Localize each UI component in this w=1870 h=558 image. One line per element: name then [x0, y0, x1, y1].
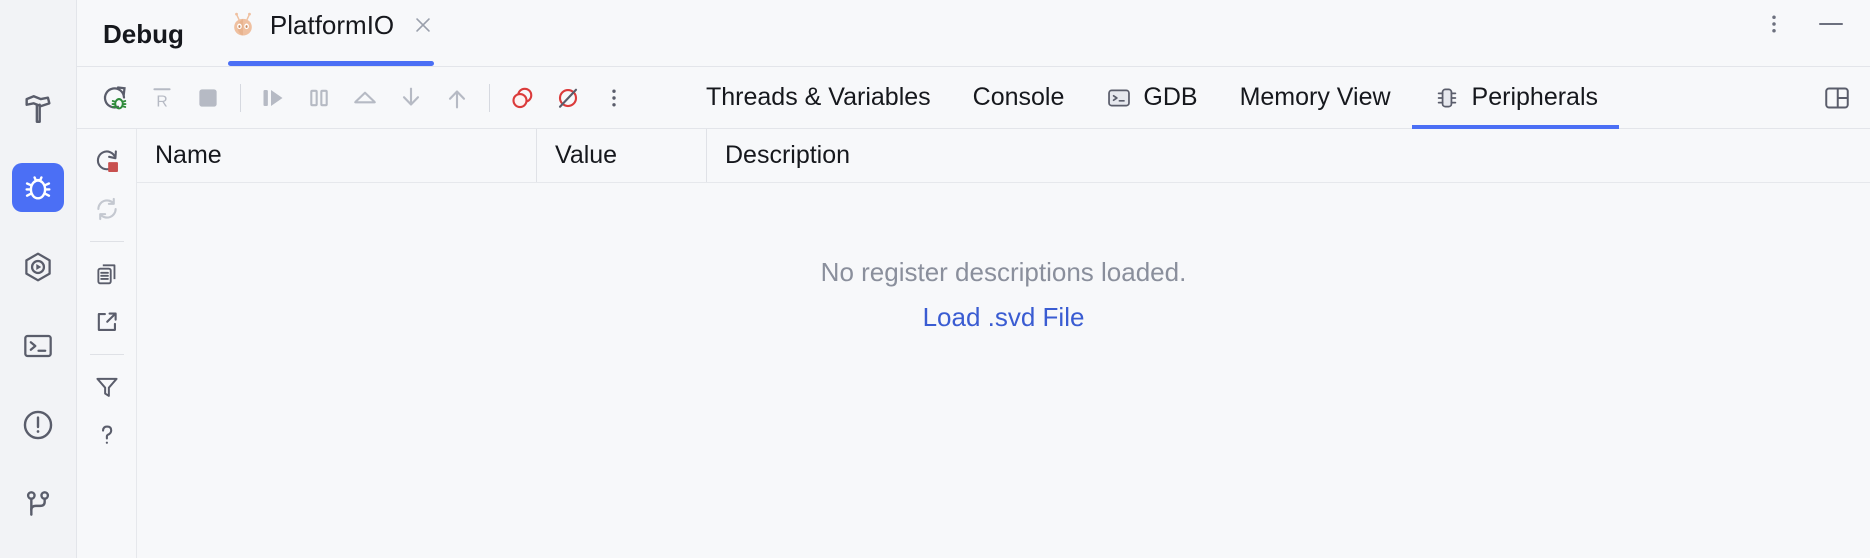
refresh-button[interactable]	[85, 187, 129, 231]
tab-threads-and-variables[interactable]: Threads & Variables	[685, 67, 952, 129]
side-toolbar-separator-2	[89, 354, 124, 355]
tab-threads-and-variables-label: Threads & Variables	[706, 83, 931, 111]
terminal-icon	[22, 330, 54, 362]
rerun-debug-icon	[101, 83, 131, 113]
step-over-button[interactable]	[342, 75, 388, 121]
breakpoints-icon	[507, 83, 537, 113]
minimize-icon[interactable]	[1816, 12, 1846, 36]
sidebar-item-terminal[interactable]	[12, 321, 64, 370]
tab-console[interactable]: Console	[952, 67, 1086, 129]
copy-button[interactable]	[85, 252, 129, 296]
restart-r-icon: R	[148, 84, 176, 112]
filter-funnel-icon	[93, 373, 121, 401]
reload-on-stop-button[interactable]	[85, 139, 129, 183]
tab-gdb[interactable]: GDB	[1085, 67, 1218, 129]
sidebar-item-build[interactable]	[12, 84, 64, 133]
export-arrow-icon	[93, 308, 121, 336]
sidebar-item-vcs[interactable]	[12, 479, 64, 528]
peripherals-table: Name Value Description No register descr…	[137, 129, 1870, 558]
run-hex-icon	[21, 250, 55, 284]
help-button[interactable]	[85, 413, 129, 457]
kebab-menu-icon	[602, 86, 626, 110]
pause-button[interactable]	[296, 75, 342, 121]
refresh-stop-icon	[93, 147, 121, 175]
sidebar-item-problems[interactable]	[12, 400, 64, 449]
mute-breakpoints-icon	[553, 83, 583, 113]
copy-icon	[93, 260, 121, 288]
chip-icon	[1433, 84, 1461, 112]
terminal-small-icon	[1106, 85, 1132, 111]
tab-peripherals[interactable]: Peripherals	[1411, 67, 1620, 129]
column-header-description[interactable]: Description	[707, 129, 1870, 182]
bug-icon	[21, 171, 55, 205]
toolbar-more-button[interactable]	[591, 75, 637, 121]
question-mark-icon	[93, 421, 121, 449]
step-out-icon	[442, 83, 472, 113]
step-into-button[interactable]	[388, 75, 434, 121]
stop-square-icon	[194, 84, 222, 112]
tab-console-label: Console	[972, 83, 1065, 111]
toolbar-separator-2	[489, 83, 490, 112]
sidebar-item-run[interactable]	[12, 242, 64, 291]
filter-button[interactable]	[85, 365, 129, 409]
load-svd-file-link[interactable]: Load .svd File	[923, 302, 1085, 333]
tool-window-header: Debug PlatformIO	[76, 0, 1870, 66]
peripherals-panel: Name Value Description No register descr…	[76, 128, 1870, 558]
export-button[interactable]	[85, 300, 129, 344]
step-into-icon	[396, 83, 426, 113]
step-out-button[interactable]	[434, 75, 480, 121]
refresh-icon	[93, 195, 121, 223]
stop-button[interactable]	[185, 75, 231, 121]
window-controls	[1762, 12, 1846, 36]
view-breakpoints-button[interactable]	[499, 75, 545, 121]
toolbar-separator	[240, 83, 241, 112]
mute-breakpoints-button[interactable]	[545, 75, 591, 121]
peripherals-side-toolbar	[77, 129, 137, 558]
tab-memory-view[interactable]: Memory View	[1219, 67, 1412, 129]
tab-gdb-label: GDB	[1143, 83, 1198, 111]
table-header-row: Name Value Description	[137, 129, 1870, 183]
resume-program-icon	[258, 83, 288, 113]
svg-text:R: R	[156, 93, 167, 110]
run-configuration-tab-label: PlatformIO	[269, 9, 395, 40]
debug-toolbar-buttons: R	[77, 75, 637, 121]
resume-button[interactable]	[250, 75, 296, 121]
tab-memory-view-label: Memory View	[1239, 83, 1391, 111]
rerun-debug-button[interactable]	[93, 75, 139, 121]
kebab-menu-icon[interactable]	[1762, 12, 1786, 36]
restart-button[interactable]: R	[139, 75, 185, 121]
page-title: Debug	[103, 19, 184, 49]
warning-circle-icon	[21, 408, 55, 442]
side-toolbar-separator-1	[89, 241, 124, 242]
column-header-value[interactable]: Value	[537, 129, 707, 182]
column-header-name[interactable]: Name	[137, 129, 537, 182]
pause-program-icon	[305, 84, 333, 112]
tab-peripherals-label: Peripherals	[1471, 83, 1598, 111]
git-branch-icon	[22, 488, 54, 520]
hammer-icon	[21, 92, 55, 126]
platformio-alien-icon	[228, 10, 258, 40]
main-column: Debug PlatformIO R Threads & Variables C…	[76, 0, 1870, 558]
sidebar-item-debug[interactable]	[12, 163, 64, 212]
empty-state: No register descriptions loaded. Load .s…	[137, 183, 1870, 558]
debug-tool-window: Debug PlatformIO R Threads & Variables C…	[0, 0, 1870, 558]
run-configuration-tab[interactable]: PlatformIO	[227, 0, 435, 66]
debug-toolbar: R Threads & Variables Console GDB Memory…	[76, 66, 1870, 129]
split-panel-icon	[1822, 83, 1852, 113]
empty-state-message: No register descriptions loaded.	[820, 257, 1187, 287]
step-over-icon	[350, 83, 380, 113]
view-tabs: Threads & Variables Console GDB Memory V…	[685, 67, 1870, 129]
split-layout-button[interactable]	[1810, 67, 1870, 129]
activity-bar	[0, 0, 76, 558]
close-icon[interactable]	[406, 14, 434, 36]
